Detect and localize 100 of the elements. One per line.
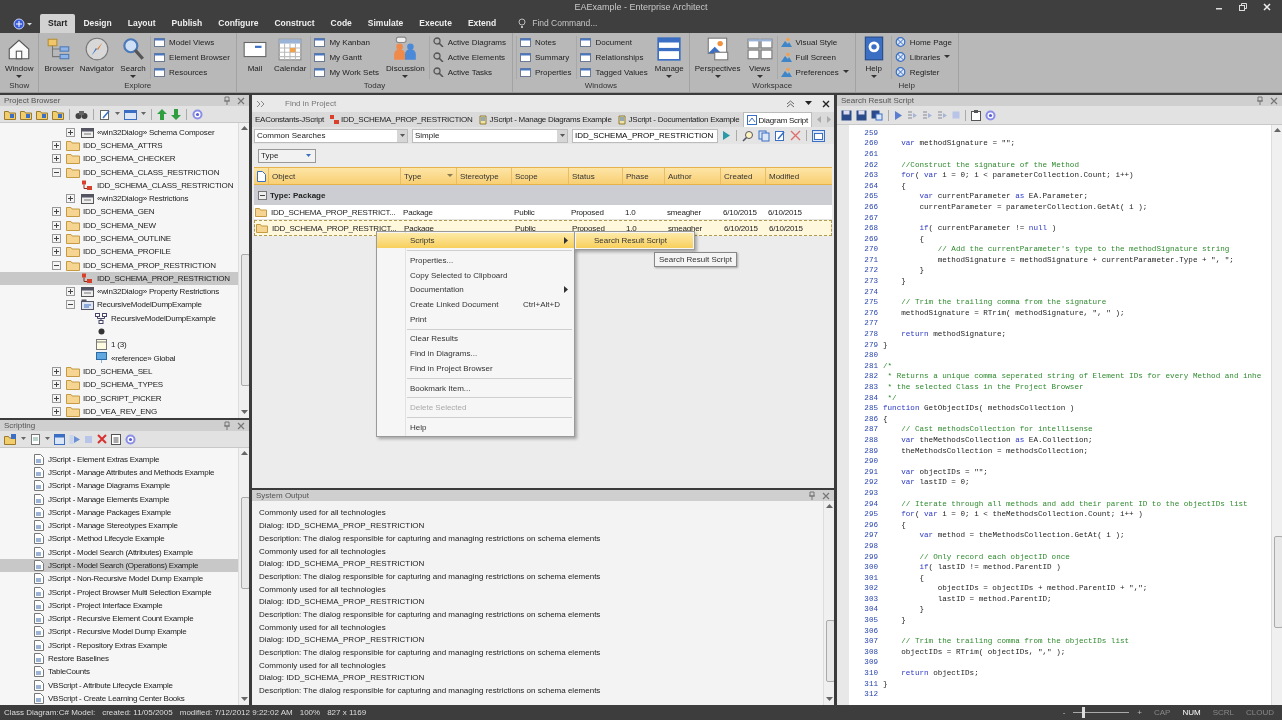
script-item[interactable]: JScript - Element Extras Example bbox=[48, 454, 160, 464]
ribbon-button[interactable]: Help bbox=[858, 35, 889, 80]
collapse-icon[interactable] bbox=[786, 99, 795, 108]
ribbon-tab[interactable]: Code bbox=[322, 13, 360, 33]
scrollbar[interactable] bbox=[238, 448, 249, 706]
target-icon[interactable] bbox=[125, 433, 136, 445]
folder-icon[interactable] bbox=[52, 108, 64, 120]
menu-item[interactable]: Documentation bbox=[377, 282, 574, 298]
binoculars-icon[interactable] bbox=[75, 108, 88, 120]
tree-item[interactable]: IDD_SCHEMA_CHECKER bbox=[83, 154, 176, 164]
folder-icon[interactable] bbox=[4, 108, 16, 120]
edit-icon[interactable] bbox=[774, 129, 786, 142]
clipboard-icon[interactable] bbox=[971, 109, 981, 121]
table-row[interactable]: IDD_SCHEMA_PROP_RESTRICT... Package Public Proposed 1.0 smeagher 6/10/2015 6/10/2015 bbox=[254, 205, 832, 221]
caret-icon[interactable] bbox=[805, 101, 812, 107]
save-icon[interactable] bbox=[841, 109, 852, 121]
folder-icon[interactable] bbox=[20, 108, 32, 120]
tree-item[interactable]: IDD_SCHEMA_PROP_RESTRICTION bbox=[83, 260, 216, 270]
new-script-icon[interactable] bbox=[4, 433, 17, 445]
command-search-field[interactable]: Find Command... bbox=[532, 18, 643, 29]
expander-box[interactable] bbox=[66, 127, 75, 137]
menu-item[interactable]: Print bbox=[377, 311, 574, 327]
collapse-box[interactable] bbox=[258, 190, 267, 200]
script-item[interactable]: JScript - Manage Attributes and Methods Example bbox=[48, 467, 215, 477]
ribbon-button[interactable]: Window bbox=[3, 35, 36, 80]
ribbon-button[interactable]: Resources bbox=[154, 65, 230, 79]
scroll-up-icon[interactable] bbox=[825, 504, 833, 510]
tree-item[interactable]: «win32Dialog» Schema Composer bbox=[97, 127, 215, 137]
edit-icon[interactable] bbox=[99, 108, 111, 120]
document-tab[interactable]: JScript - Documentation Example bbox=[614, 112, 743, 128]
expander-box[interactable] bbox=[52, 140, 61, 150]
save-icon[interactable] bbox=[856, 109, 867, 121]
ribbon-button[interactable]: My Work Sets bbox=[314, 65, 380, 79]
document-icon[interactable] bbox=[30, 433, 41, 445]
scroll-up-icon[interactable] bbox=[240, 126, 248, 132]
script-item[interactable]: JScript - Method Lifecycle Example bbox=[48, 534, 165, 544]
ribbon-button[interactable]: Register bbox=[894, 65, 952, 79]
zoom-out-button[interactable]: - bbox=[1062, 708, 1066, 718]
tree-item[interactable]: 1 (3) bbox=[111, 340, 127, 350]
column-header[interactable]: Scope bbox=[511, 168, 568, 185]
ribbon-button[interactable]: Manage bbox=[652, 35, 686, 80]
tree-item[interactable]: «reference» Global bbox=[111, 353, 176, 363]
menu-item[interactable]: Search Result Script bbox=[576, 233, 693, 249]
expander-box[interactable] bbox=[52, 366, 61, 376]
tree-item[interactable]: IDD_SCRIPT_PICKER bbox=[83, 393, 162, 403]
menu-item[interactable]: Clear Results bbox=[377, 331, 574, 347]
ribbon-tab[interactable]: Extend bbox=[459, 13, 505, 33]
search-category-dropdown[interactable]: Common Searches bbox=[254, 128, 408, 143]
expander-box[interactable] bbox=[52, 207, 61, 217]
tree-item[interactable]: IDD_SCHEMA_CLASS_RESTRICTION bbox=[97, 180, 234, 190]
menu-item[interactable]: Create Linked Document Ctrl+Alt+D bbox=[377, 297, 574, 312]
document-tab[interactable]: Diagram Script bbox=[742, 112, 812, 128]
expander-box[interactable] bbox=[66, 300, 75, 310]
ribbon-button[interactable]: Active Diagrams bbox=[432, 35, 506, 49]
run-icon[interactable] bbox=[69, 433, 80, 445]
menu-item[interactable]: Find in Diagrams... bbox=[377, 346, 574, 361]
pin-icon[interactable] bbox=[1256, 96, 1264, 106]
script-item[interactable]: JScript - Manage Stereotypes Example bbox=[48, 521, 178, 531]
ribbon-button[interactable]: Calendar bbox=[271, 35, 309, 80]
script-item[interactable]: JScript - Model Search (Attributes) Example bbox=[48, 547, 193, 557]
save-as-icon[interactable] bbox=[871, 109, 883, 121]
window-icon[interactable] bbox=[812, 129, 825, 142]
expander-box[interactable] bbox=[52, 234, 61, 243]
ribbon-tab[interactable]: Design bbox=[75, 13, 120, 33]
script-item[interactable]: Restore Baselines bbox=[48, 654, 109, 664]
script-item[interactable]: JScript - Project Interface Example bbox=[48, 600, 163, 610]
tree-item[interactable]: «win32Dialog» Property Restrictions bbox=[97, 287, 219, 297]
document-tab[interactable]: EAConstants-JScript bbox=[252, 112, 328, 128]
tree-item[interactable]: IDD_SCHEMA_SEL bbox=[83, 366, 153, 376]
window-icon[interactable] bbox=[54, 433, 65, 445]
ribbon-button[interactable]: Active Tasks bbox=[432, 65, 506, 79]
tree-item[interactable]: IDD_SCHEMA_TYPES bbox=[83, 380, 163, 390]
zoom-in-button[interactable]: + bbox=[1137, 708, 1142, 718]
expander-box[interactable] bbox=[52, 260, 61, 270]
target-icon[interactable] bbox=[192, 108, 203, 120]
restore-icon[interactable] bbox=[1238, 1, 1248, 12]
delete-icon[interactable] bbox=[790, 130, 801, 142]
run-icon[interactable] bbox=[894, 109, 903, 121]
column-header[interactable]: Created bbox=[720, 168, 765, 185]
ribbon-button[interactable]: Properties bbox=[520, 65, 572, 79]
script-item[interactable]: JScript - Repository Extras Example bbox=[48, 640, 168, 650]
ribbon-button[interactable]: Notes bbox=[520, 35, 572, 49]
tree-item[interactable]: IDD_VEA_REV_ENG bbox=[83, 406, 157, 416]
ribbon-button[interactable]: Document bbox=[580, 35, 648, 49]
column-header[interactable]: Author bbox=[664, 168, 720, 185]
menu-item[interactable]: Bookmark Item... bbox=[377, 380, 574, 396]
ribbon-button[interactable]: Model Views bbox=[154, 35, 230, 49]
scroll-thumb[interactable] bbox=[240, 497, 249, 590]
column-header[interactable]: Phase bbox=[622, 168, 664, 185]
search-field[interactable]: IDD_SCHEMA_PROP_RESTRICTION bbox=[572, 128, 718, 143]
script-item[interactable]: TableCounts bbox=[48, 667, 90, 677]
expander-box[interactable] bbox=[52, 220, 61, 230]
scroll-thumb[interactable] bbox=[240, 254, 249, 387]
menu-item[interactable]: Help bbox=[377, 420, 574, 435]
group-by-dropdown[interactable]: Type bbox=[258, 148, 316, 163]
ribbon-button[interactable]: Summary bbox=[520, 50, 572, 64]
menu-item[interactable]: Properties... bbox=[377, 253, 574, 268]
ribbon-button[interactable]: Relationships bbox=[580, 50, 648, 64]
expander-box[interactable] bbox=[52, 154, 61, 164]
expand-icon[interactable] bbox=[256, 99, 265, 108]
